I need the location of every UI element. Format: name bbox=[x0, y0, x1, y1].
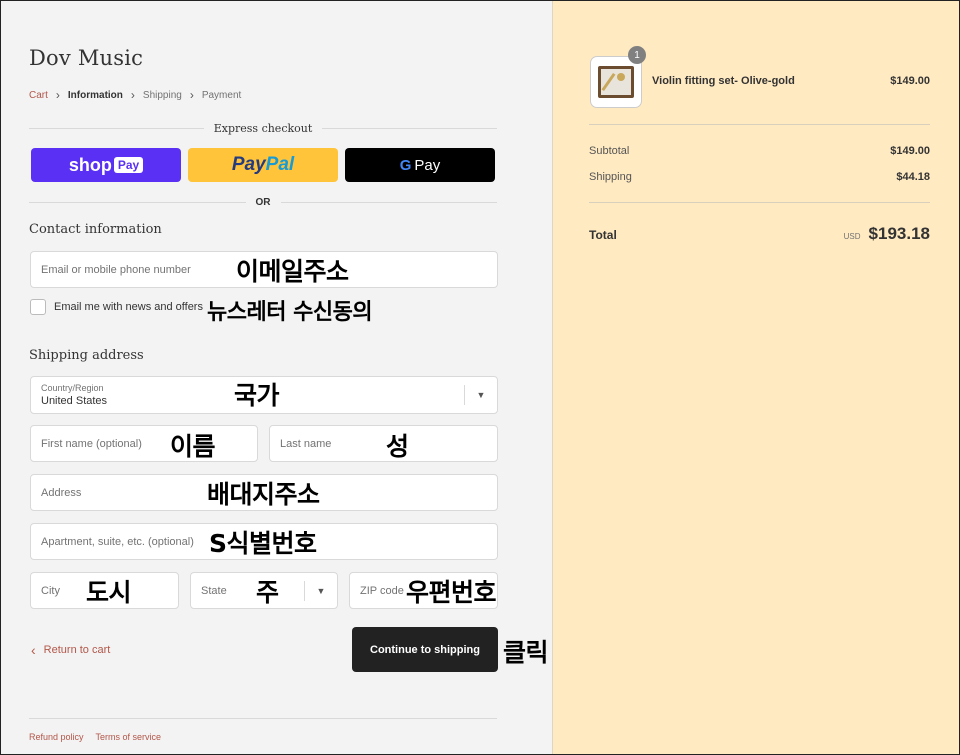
shop-pay-chip: Pay bbox=[113, 157, 144, 173]
return-to-cart-link[interactable]: ‹ Return to cart bbox=[31, 642, 110, 658]
country-value: United States bbox=[41, 395, 108, 407]
shop-pay-button[interactable]: shop Pay bbox=[31, 148, 181, 182]
chevron-left-icon: ‹ bbox=[31, 642, 36, 658]
chevron-right-icon: › bbox=[130, 88, 135, 102]
shop-name[interactable]: Dov Music bbox=[29, 46, 143, 70]
continue-to-shipping-button[interactable]: Continue to shipping bbox=[352, 627, 498, 672]
terms-of-service-link[interactable]: Terms of service bbox=[96, 732, 162, 742]
divider bbox=[29, 128, 204, 129]
chevron-down-icon[interactable]: ▼ bbox=[464, 385, 497, 405]
newsletter-label[interactable]: Email me with news and offers bbox=[54, 301, 203, 313]
breadcrumb-cart[interactable]: Cart bbox=[29, 90, 48, 101]
continue-annotation: 클릭 bbox=[503, 638, 549, 667]
shop-pay-label: shop bbox=[68, 154, 112, 175]
breadcrumb-information: Information bbox=[67, 89, 123, 101]
quantity-badge: 1 bbox=[628, 46, 646, 64]
currency-code: USD bbox=[843, 232, 861, 241]
summary-divider bbox=[589, 124, 930, 125]
chevron-down-icon[interactable]: ▼ bbox=[304, 581, 337, 601]
newsletter-checkbox[interactable] bbox=[30, 299, 46, 315]
footer-divider bbox=[29, 718, 497, 719]
summary-divider bbox=[589, 202, 930, 203]
paypal-label-a: Pay bbox=[231, 154, 266, 175]
contact-information-title: Contact information bbox=[29, 222, 162, 237]
express-checkout-title: Express checkout bbox=[213, 122, 313, 135]
or-label: OR bbox=[255, 197, 271, 208]
paypal-button[interactable]: Pay Pal bbox=[188, 148, 338, 182]
divider bbox=[322, 128, 498, 129]
address-annotation: 배대지주소 bbox=[207, 480, 320, 509]
google-icon: G bbox=[399, 156, 412, 174]
refund-policy-link[interactable]: Refund policy bbox=[29, 732, 84, 742]
order-summary-panel bbox=[552, 1, 959, 754]
country-annotation: 국가 bbox=[234, 381, 280, 410]
subtotal-value: $149.00 bbox=[890, 145, 930, 157]
shipping-address-title: Shipping address bbox=[29, 348, 144, 363]
google-pay-button[interactable]: G Pay bbox=[345, 148, 495, 182]
google-pay-label: Pay bbox=[414, 156, 441, 174]
paypal-label-b: Pal bbox=[265, 154, 295, 175]
total-value: USD $193.18 bbox=[844, 224, 930, 244]
total-amount: $193.18 bbox=[868, 224, 930, 243]
first-name-annotation: 이름 bbox=[170, 432, 216, 461]
newsletter-annotation: 뉴스레터 수신동의 bbox=[207, 300, 373, 325]
violin-case-image bbox=[598, 66, 634, 98]
chevron-right-icon: › bbox=[189, 88, 194, 102]
last-name-annotation: 성 bbox=[386, 432, 409, 461]
last-name-field[interactable] bbox=[269, 425, 498, 462]
total-label: Total bbox=[589, 228, 617, 242]
apartment-annotation: S식별번호 bbox=[209, 529, 317, 558]
city-annotation: 도시 bbox=[86, 578, 132, 607]
breadcrumb: Cart › Information › Shipping › Payment bbox=[29, 88, 241, 102]
shipping-value: $44.18 bbox=[896, 171, 930, 183]
express-checkout-heading: Express checkout bbox=[29, 122, 498, 135]
zip-annotation: 우편번호 bbox=[406, 578, 497, 607]
product-name: Violin fitting set- Olive-gold bbox=[652, 75, 795, 87]
shipping-label: Shipping bbox=[589, 171, 632, 183]
subtotal-label: Subtotal bbox=[589, 145, 630, 157]
divider bbox=[280, 202, 497, 203]
country-label: Country/Region bbox=[41, 383, 104, 393]
divider bbox=[29, 202, 246, 203]
product-price: $149.00 bbox=[890, 75, 930, 87]
breadcrumb-payment: Payment bbox=[201, 89, 242, 101]
footer-links: Refund policy Terms of service bbox=[29, 732, 161, 742]
email-annotation: 이메일주소 bbox=[236, 257, 349, 286]
first-name-input[interactable] bbox=[41, 437, 257, 450]
return-to-cart-label: Return to cart bbox=[43, 644, 111, 656]
state-annotation: 주 bbox=[256, 578, 279, 607]
or-divider: OR bbox=[29, 197, 497, 208]
breadcrumb-shipping: Shipping bbox=[142, 89, 182, 101]
chevron-right-icon: › bbox=[55, 88, 60, 102]
first-name-field[interactable] bbox=[30, 425, 258, 462]
